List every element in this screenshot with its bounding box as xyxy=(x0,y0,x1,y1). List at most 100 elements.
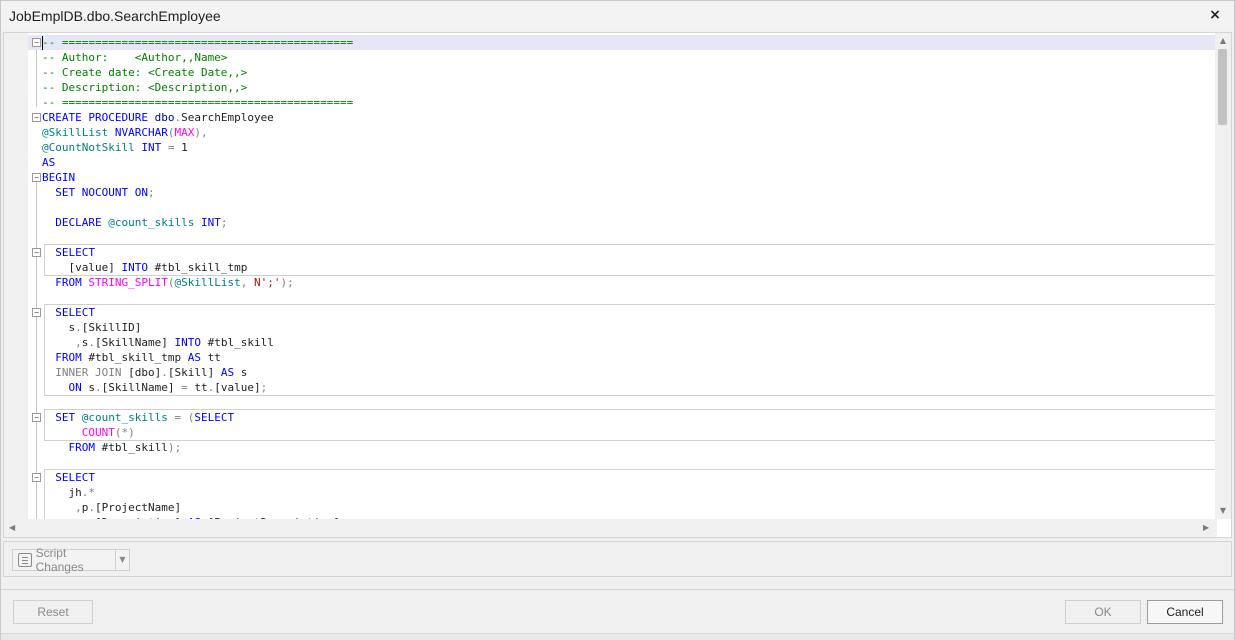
code-line[interactable]: AS xyxy=(42,155,55,170)
code-line[interactable]: FROM #tbl_skill); xyxy=(42,440,181,455)
code-line[interactable]: SELECT xyxy=(42,305,95,320)
close-icon[interactable]: × xyxy=(1206,6,1224,24)
code-area[interactable]: -- =====================================… xyxy=(28,33,1217,519)
code-token: ; xyxy=(220,216,228,229)
code-token: #tbl_skill xyxy=(101,441,168,454)
code-token: tt xyxy=(194,381,208,394)
code-token: -- Description: <Description,,> xyxy=(42,81,248,94)
code-line[interactable]: jh.* xyxy=(42,485,95,500)
code-line[interactable]: FROM STRING_SPLIT(@SkillList, N';'); xyxy=(42,275,294,290)
vertical-scrollbar[interactable]: ▲ ▼ xyxy=(1215,33,1231,519)
code-token: = xyxy=(167,141,182,154)
code-line[interactable]: FROM #tbl_skill_tmp AS tt xyxy=(42,350,221,365)
code-line[interactable]: CREATE PROCEDURE dbo.SearchEmployee xyxy=(42,110,274,125)
code-token: . xyxy=(88,501,95,514)
code-line[interactable]: [value] INTO #tbl_skill_tmp xyxy=(42,260,247,275)
code-token: MAX xyxy=(174,126,195,139)
code-token: s xyxy=(240,366,248,379)
code-token: [SkillName] xyxy=(101,381,182,394)
fold-toggle-icon[interactable]: − xyxy=(32,38,41,47)
code-line[interactable]: BEGIN xyxy=(42,170,75,185)
cancel-button[interactable]: Cancel xyxy=(1147,600,1223,624)
scroll-down-icon[interactable]: ▼ xyxy=(1219,507,1227,515)
code-line[interactable]: -- =====================================… xyxy=(42,95,353,110)
code-line[interactable]: SET NOCOUNT ON; xyxy=(42,185,155,200)
code-line[interactable]: ON s.[SkillName] = tt.[value]; xyxy=(42,380,267,395)
horizontal-scrollbar[interactable]: ◀ ▶ xyxy=(4,519,1217,537)
code-line[interactable]: SET @count_skills = (SELECT xyxy=(42,410,234,425)
code-token: SELECT xyxy=(42,471,95,484)
code-line[interactable]: ,s.[SkillName] INTO #tbl_skill xyxy=(42,335,274,350)
code-token: AS xyxy=(187,351,208,364)
code-token: @count_skills xyxy=(108,216,195,229)
sql-editor[interactable]: -- =====================================… xyxy=(3,32,1232,538)
code-line[interactable]: ,p.[ProjectName] xyxy=(42,500,181,515)
code-token: #tbl_skill xyxy=(207,336,274,349)
code-token: SET xyxy=(42,411,82,424)
code-line[interactable]: DECLARE @count_skills INT; xyxy=(42,215,227,230)
code-token: , xyxy=(42,336,82,349)
code-line[interactable]: -- Create date: <Create Date,,> xyxy=(42,65,247,80)
fold-guide-line xyxy=(36,47,37,107)
fold-toggle-icon[interactable]: − xyxy=(32,248,41,257)
code-token: -- =====================================… xyxy=(42,36,354,49)
code-token: tt xyxy=(207,351,221,364)
code-token: AS xyxy=(220,366,241,379)
code-token: . xyxy=(75,321,82,334)
scroll-up-icon[interactable]: ▲ xyxy=(1219,37,1227,45)
code-token: DECLARE xyxy=(42,216,109,229)
code-token: -- Author: <Author,,Name> xyxy=(42,51,228,64)
code-line[interactable]: SELECT xyxy=(42,245,95,260)
code-line[interactable]: @SkillList NVARCHAR(MAX), xyxy=(42,125,208,140)
code-token: ON xyxy=(42,381,89,394)
code-token: @SkillList xyxy=(174,276,241,289)
code-line[interactable]: INNER JOIN [dbo].[Skill] AS s xyxy=(42,365,247,380)
fold-toggle-icon[interactable]: − xyxy=(32,473,41,482)
code-token: jh xyxy=(42,486,82,499)
ok-button[interactable]: OK xyxy=(1065,600,1141,624)
fold-toggle-icon[interactable]: − xyxy=(32,308,41,317)
code-token: FROM xyxy=(42,441,102,454)
scroll-right-icon[interactable]: ▶ xyxy=(1203,524,1211,532)
code-token: INTO xyxy=(121,261,155,274)
scrollbar-thumb[interactable] xyxy=(1218,49,1227,125)
fold-toggle-icon[interactable]: − xyxy=(32,113,41,122)
code-token: N';' xyxy=(253,276,281,289)
bottom-toolbar: Script Changes ▼ xyxy=(3,541,1232,577)
code-token: . xyxy=(88,336,95,349)
code-token: 1 xyxy=(181,141,188,154)
code-token: ); xyxy=(280,276,294,289)
chevron-down-icon[interactable]: ▼ xyxy=(116,549,130,571)
reset-button[interactable]: Reset xyxy=(13,600,93,624)
code-token: ), xyxy=(194,126,208,139)
code-token: = xyxy=(181,381,195,394)
code-line[interactable]: -- Description: <Description,,> xyxy=(42,80,247,95)
code-token: -- Create date: <Create Date,,> xyxy=(42,66,248,79)
code-token: INT xyxy=(134,141,168,154)
code-token: [value] xyxy=(42,261,122,274)
fold-toggle-icon[interactable]: − xyxy=(32,173,41,182)
code-token: ; xyxy=(147,186,155,199)
fold-toggle-icon[interactable]: − xyxy=(32,413,41,422)
script-changes-button[interactable]: Script Changes xyxy=(12,546,116,574)
status-strip xyxy=(1,633,1234,640)
code-token: SearchEmployee xyxy=(181,111,274,124)
code-token: = xyxy=(167,411,188,424)
scroll-left-icon[interactable]: ◀ xyxy=(9,524,17,532)
code-line[interactable]: COUNT(*) xyxy=(42,425,135,440)
code-token: SET NOCOUNT ON xyxy=(42,186,148,199)
code-token: FROM xyxy=(42,276,89,289)
code-line[interactable]: SELECT xyxy=(42,470,95,485)
code-line[interactable]: -- Author: <Author,,Name> xyxy=(42,50,227,65)
code-line[interactable]: @CountNotSkill INT = 1 xyxy=(42,140,188,155)
code-token: s xyxy=(88,381,95,394)
dialog-window: JobEmplDB.dbo.SearchEmployee × -- ======… xyxy=(0,0,1235,640)
code-token: COUNT xyxy=(42,426,115,439)
code-line[interactable]: s.[SkillID] xyxy=(42,320,141,335)
code-token: [Skill] xyxy=(167,366,221,379)
code-line[interactable]: -- =====================================… xyxy=(28,35,1217,50)
code-token: FROM xyxy=(42,351,89,364)
code-token: AS xyxy=(42,156,56,169)
code-token: [SkillID] xyxy=(81,321,142,334)
code-token: [value] xyxy=(214,381,261,394)
